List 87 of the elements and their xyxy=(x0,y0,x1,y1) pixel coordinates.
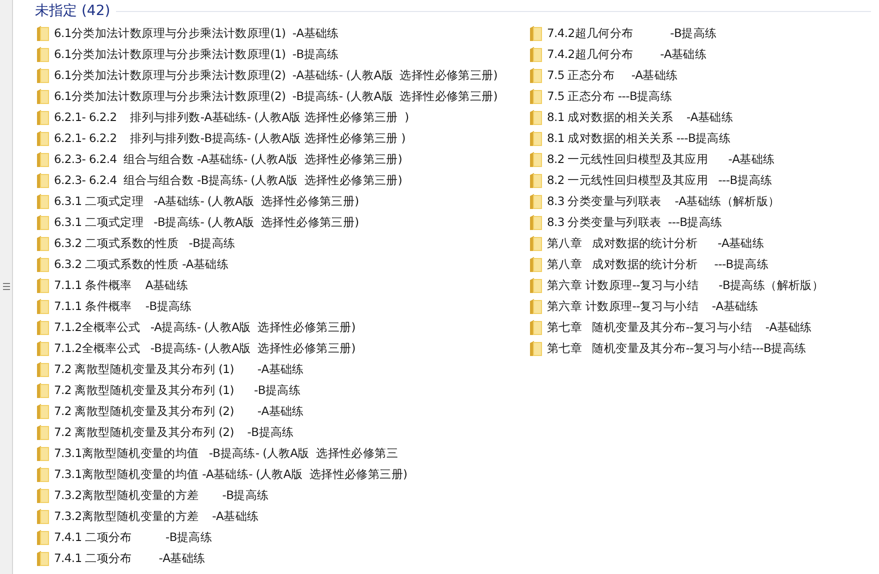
folder-icon xyxy=(36,529,50,546)
folder-name[interactable]: 7.4.2超几何分布 -B提高练 xyxy=(547,26,717,41)
folder-icon xyxy=(36,382,50,399)
folder-icon xyxy=(529,46,543,63)
folder-icon xyxy=(36,193,50,210)
folder-icon xyxy=(529,277,543,294)
folder-icon xyxy=(529,340,543,357)
folder-name[interactable]: 第七章 随机变量及其分布--复习与小结 -A基础练 xyxy=(547,320,812,335)
folder-name[interactable]: 6.2.1- 6.2.2 排列与排列数-A基础练- (人教A版 选择性必修第三册 ) xyxy=(54,110,409,125)
folder-icon xyxy=(529,109,543,126)
folder-name[interactable]: 6.1分类加法计数原理与分步乘法计数原理(2) -A基础练- (人教A版 选择性必修第三册) xyxy=(54,68,498,83)
folder-icon xyxy=(529,88,543,105)
folder-icon xyxy=(36,109,50,126)
folder-name[interactable]: 7.1.2全概率公式 -B提高练- (人教A版 选择性必修第三册) xyxy=(54,341,356,356)
folder-icon xyxy=(529,298,543,315)
folder-name[interactable]: 7.2 离散型随机变量及其分布列 (2) -B提高练 xyxy=(54,425,294,440)
folder-name[interactable]: 8.2 一元线性回归模型及其应用 ---B提高练 xyxy=(547,173,772,188)
folder-icon xyxy=(529,67,543,84)
folder-name[interactable]: 6.1分类加法计数原理与分步乘法计数原理(1) -A基础练 xyxy=(54,26,339,41)
folder-name[interactable]: 7.2 离散型随机变量及其分布列 (2) -A基础练 xyxy=(54,404,304,419)
grip-icon xyxy=(2,283,10,291)
folder-icon xyxy=(529,319,543,336)
folder-icon xyxy=(36,424,50,441)
folder-icon xyxy=(36,340,50,357)
folder-icon xyxy=(36,277,50,294)
folder-icon xyxy=(529,193,543,210)
folder-name[interactable]: 6.1分类加法计数原理与分步乘法计数原理(2) -B提高练- (人教A版 选择性必修第三册) xyxy=(54,89,498,104)
folder-name[interactable]: 6.3.1 二项式定理 -B提高练- (人教A版 选择性必修第三册) xyxy=(54,215,359,230)
group-header[interactable]: 未指定 (42) xyxy=(35,2,110,20)
folder-name[interactable]: 7.2 离散型随机变量及其分布列 (1) -A基础练 xyxy=(54,362,304,377)
scrollbar[interactable] xyxy=(0,0,13,574)
folder-icon xyxy=(36,298,50,315)
folder-icon xyxy=(529,214,543,231)
folder-name[interactable]: 6.3.1 二项式定理 -A基础练- (人教A版 选择性必修第三册) xyxy=(54,194,359,209)
folder-icon xyxy=(36,550,50,567)
folder-icon xyxy=(36,403,50,420)
folder-name[interactable]: 7.1.2全概率公式 -A提高练- (人教A版 选择性必修第三册) xyxy=(54,320,356,335)
folder-icon xyxy=(529,130,543,147)
folder-icon xyxy=(36,25,50,42)
folder-name[interactable]: 6.3.2 二项式系数的性质 -A基础练 xyxy=(54,257,229,272)
folder-name[interactable]: 8.1 成对数据的相关关系 ---B提高练 xyxy=(547,131,731,146)
folder-icon xyxy=(36,67,50,84)
folder-name[interactable]: 7.2 离散型随机变量及其分布列 (1) -B提高练 xyxy=(54,383,301,398)
folder-name[interactable]: 6.1分类加法计数原理与分步乘法计数原理(1) -B提高练 xyxy=(54,47,339,62)
folder-icon xyxy=(36,130,50,147)
folder-icon xyxy=(36,172,50,189)
folder-name[interactable]: 7.3.1离散型随机变量的均值 -B提高练- (人教A版 选择性必修第三 xyxy=(54,446,398,461)
folder-icon xyxy=(36,361,50,378)
folder-name[interactable]: 7.5 正态分布 ---B提高练 xyxy=(547,89,672,104)
folder-name[interactable]: 7.4.1 二项分布 -B提高练 xyxy=(54,530,212,545)
folder-icon xyxy=(36,46,50,63)
folder-name[interactable]: 第六章 计数原理--复习与小结 -A基础练 xyxy=(547,299,758,314)
folder-name[interactable]: 8.1 成对数据的相关关系 -A基础练 xyxy=(547,110,733,125)
folder-name[interactable]: 6.3.2 二项式系数的性质 -B提高练 xyxy=(54,236,236,251)
folder-icon xyxy=(529,151,543,168)
folder-icon xyxy=(36,235,50,252)
folder-name[interactable]: 7.4.2超几何分布 -A基础练 xyxy=(547,47,707,62)
folder-name[interactable]: 8.3 分类变量与列联表 -A基础练（解析版） xyxy=(547,194,780,209)
folder-icon xyxy=(36,256,50,273)
folder-icon xyxy=(36,487,50,504)
folder-name[interactable]: 第七章 随机变量及其分布--复习与小结---B提高练 xyxy=(547,341,806,356)
folder-icon xyxy=(529,235,543,252)
folder-name[interactable]: 第八章 成对数据的统计分析 ---B提高练 xyxy=(547,257,768,272)
folder-icon xyxy=(529,256,543,273)
folder-name[interactable]: 第六章 计数原理--复习与小结 -B提高练（解析版） xyxy=(547,278,824,293)
folder-name[interactable]: 8.2 一元线性回归模型及其应用 -A基础练 xyxy=(547,152,775,167)
folder-name[interactable]: 7.5 正态分布 -A基础练 xyxy=(547,68,678,83)
folder-name[interactable]: 7.1.1 条件概率 -B提高练 xyxy=(54,299,192,314)
folder-icon xyxy=(36,214,50,231)
folder-name[interactable]: 7.3.1离散型随机变量的均值 -A基础练- (人教A版 选择性必修第三册) xyxy=(54,467,408,482)
folder-icon xyxy=(36,319,50,336)
folder-name[interactable]: 7.4.1 二项分布 -A基础练 xyxy=(54,551,206,566)
folder-name[interactable]: 6.2.1- 6.2.2 排列与排列数-B提高练- (人教A版 选择性必修第三册 ) xyxy=(54,131,406,146)
folder-icon xyxy=(36,151,50,168)
folder-name[interactable]: 6.2.3- 6.2.4 组合与组合数 -A基础练- (人教A版 选择性必修第三册) xyxy=(54,152,402,167)
folder-name[interactable]: 第八章 成对数据的统计分析 -A基础练 xyxy=(547,236,764,251)
folder-name[interactable]: 8.3 分类变量与列联表 ---B提高练 xyxy=(547,215,722,230)
folder-icon xyxy=(529,25,543,42)
folder-icon xyxy=(36,88,50,105)
folder-name[interactable]: 7.3.2离散型随机变量的方差 -B提高练 xyxy=(54,488,269,503)
folder-icon xyxy=(36,508,50,525)
folder-name[interactable]: 7.3.2离散型随机变量的方差 -A基础练 xyxy=(54,509,259,524)
folder-icon xyxy=(36,466,50,483)
folder-icon xyxy=(529,172,543,189)
folder-name[interactable]: 6.2.3- 6.2.4 组合与组合数 -B提高练- (人教A版 选择性必修第三册) xyxy=(54,173,402,188)
folder-icon xyxy=(36,445,50,462)
folder-name[interactable]: 7.1.1 条件概率 A基础练 xyxy=(54,278,188,293)
